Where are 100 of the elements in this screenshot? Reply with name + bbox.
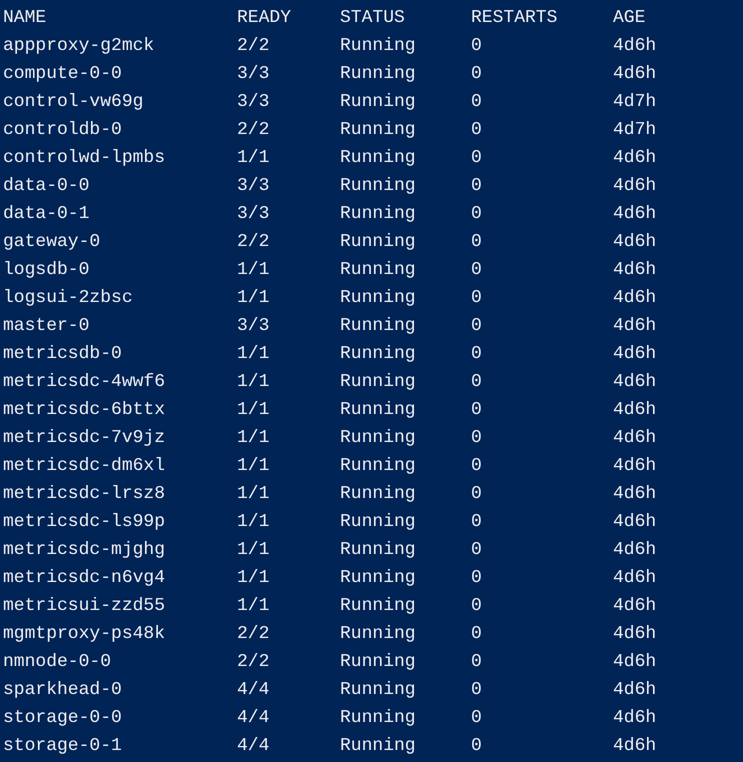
table-cell: metricsdc-n6vg4 (3, 567, 166, 589)
table-cell: Running (340, 315, 416, 337)
table-cell: 0 (471, 147, 482, 169)
table-cell: 0 (471, 231, 482, 253)
table-cell: 0 (471, 679, 482, 701)
table-cell: 4d7h (613, 91, 656, 113)
table-cell: 1/1 (237, 147, 270, 169)
table-cell: Running (340, 231, 416, 253)
table-cell: 4d6h (613, 203, 656, 225)
table-cell: 4d6h (613, 63, 656, 85)
table-cell: 0 (471, 735, 482, 757)
table-cell: appproxy-g2mck (3, 35, 154, 57)
table-cell: control-vw69g (3, 91, 144, 113)
table-cell: Running (340, 371, 416, 393)
table-cell: 0 (471, 203, 482, 225)
table-cell: 0 (471, 259, 482, 281)
table-cell: 0 (471, 175, 482, 197)
table-cell: Running (340, 287, 416, 309)
table-cell: nmnode-0-0 (3, 651, 112, 673)
table-cell: 0 (471, 567, 482, 589)
table-cell: Running (340, 651, 416, 673)
table-cell: 3/3 (237, 91, 270, 113)
table-cell: 4d6h (613, 707, 656, 729)
table-cell: 4/4 (237, 679, 270, 701)
table-cell: 4d7h (613, 119, 656, 141)
table-cell: Running (340, 91, 416, 113)
table-cell: compute-0-0 (3, 63, 122, 85)
table-cell: 1/1 (237, 567, 270, 589)
table-cell: 4d6h (613, 679, 656, 701)
table-cell: Running (340, 735, 416, 757)
table-cell: metricsdc-4wwf6 (3, 371, 166, 393)
table-cell: master-0 (3, 315, 90, 337)
table-cell: 0 (471, 371, 482, 393)
table-cell: 4d6h (613, 371, 656, 393)
table-cell: controlwd-lpmbs (3, 147, 166, 169)
table-cell: 1/1 (237, 343, 270, 365)
table-cell: 4d6h (613, 175, 656, 197)
table-cell: 3/3 (237, 175, 270, 197)
table-cell: Running (340, 595, 416, 617)
table-cell: Running (340, 343, 416, 365)
column-header: STATUS (340, 7, 405, 29)
table-cell: 1/1 (237, 427, 270, 449)
table-cell: 4d6h (613, 455, 656, 477)
table-cell: 0 (471, 455, 482, 477)
table-cell: 4d6h (613, 511, 656, 533)
table-cell: Running (340, 203, 416, 225)
table-cell: logsdb-0 (3, 259, 90, 281)
table-cell: 4d6h (613, 343, 656, 365)
table-cell: Running (340, 175, 416, 197)
table-cell: metricsui-zzd55 (3, 595, 166, 617)
table-cell: logsui-2zbsc (3, 287, 133, 309)
table-cell: 4d6h (613, 623, 656, 645)
table-cell: 4d6h (613, 735, 656, 757)
column-header: NAME (3, 7, 46, 29)
table-cell: 4d6h (613, 147, 656, 169)
table-cell: 3/3 (237, 203, 270, 225)
table-cell: 2/2 (237, 119, 270, 141)
table-cell: sparkhead-0 (3, 679, 122, 701)
table-cell: 0 (471, 35, 482, 57)
column-header: RESTARTS (471, 7, 558, 29)
table-cell: Running (340, 35, 416, 57)
table-cell: 4d6h (613, 595, 656, 617)
table-cell: 1/1 (237, 539, 270, 561)
table-cell: 3/3 (237, 315, 270, 337)
table-cell: Running (340, 539, 416, 561)
table-cell: 4/4 (237, 707, 270, 729)
column-header: AGE (613, 7, 646, 29)
table-cell: 4d6h (613, 259, 656, 281)
table-cell: 4d6h (613, 567, 656, 589)
table-cell: 0 (471, 399, 482, 421)
table-cell: controldb-0 (3, 119, 122, 141)
table-cell: 3/3 (237, 63, 270, 85)
table-cell: metricsdc-dm6xl (3, 455, 166, 477)
table-cell: 1/1 (237, 511, 270, 533)
table-cell: 0 (471, 63, 482, 85)
table-cell: gateway-0 (3, 231, 100, 253)
table-cell: 0 (471, 483, 482, 505)
table-cell: 0 (471, 651, 482, 673)
table-cell: 1/1 (237, 483, 270, 505)
table-cell: 4d6h (613, 651, 656, 673)
table-cell: Running (340, 399, 416, 421)
table-cell: Running (340, 259, 416, 281)
table-cell: Running (340, 483, 416, 505)
table-cell: 0 (471, 539, 482, 561)
table-cell: 4/4 (237, 735, 270, 757)
table-cell: 4d6h (613, 483, 656, 505)
table-cell: storage-0-1 (3, 735, 122, 757)
table-cell: Running (340, 455, 416, 477)
table-cell: Running (340, 511, 416, 533)
table-cell: 0 (471, 707, 482, 729)
table-cell: 1/1 (237, 399, 270, 421)
table-cell: metricsdc-6bttx (3, 399, 166, 421)
table-cell: mgmtproxy-ps48k (3, 623, 166, 645)
table-cell: 2/2 (237, 231, 270, 253)
table-cell: 4d6h (613, 539, 656, 561)
table-cell: metricsdb-0 (3, 343, 122, 365)
table-cell: 1/1 (237, 371, 270, 393)
table-cell: 4d6h (613, 315, 656, 337)
table-cell: 0 (471, 315, 482, 337)
table-cell: 2/2 (237, 651, 270, 673)
